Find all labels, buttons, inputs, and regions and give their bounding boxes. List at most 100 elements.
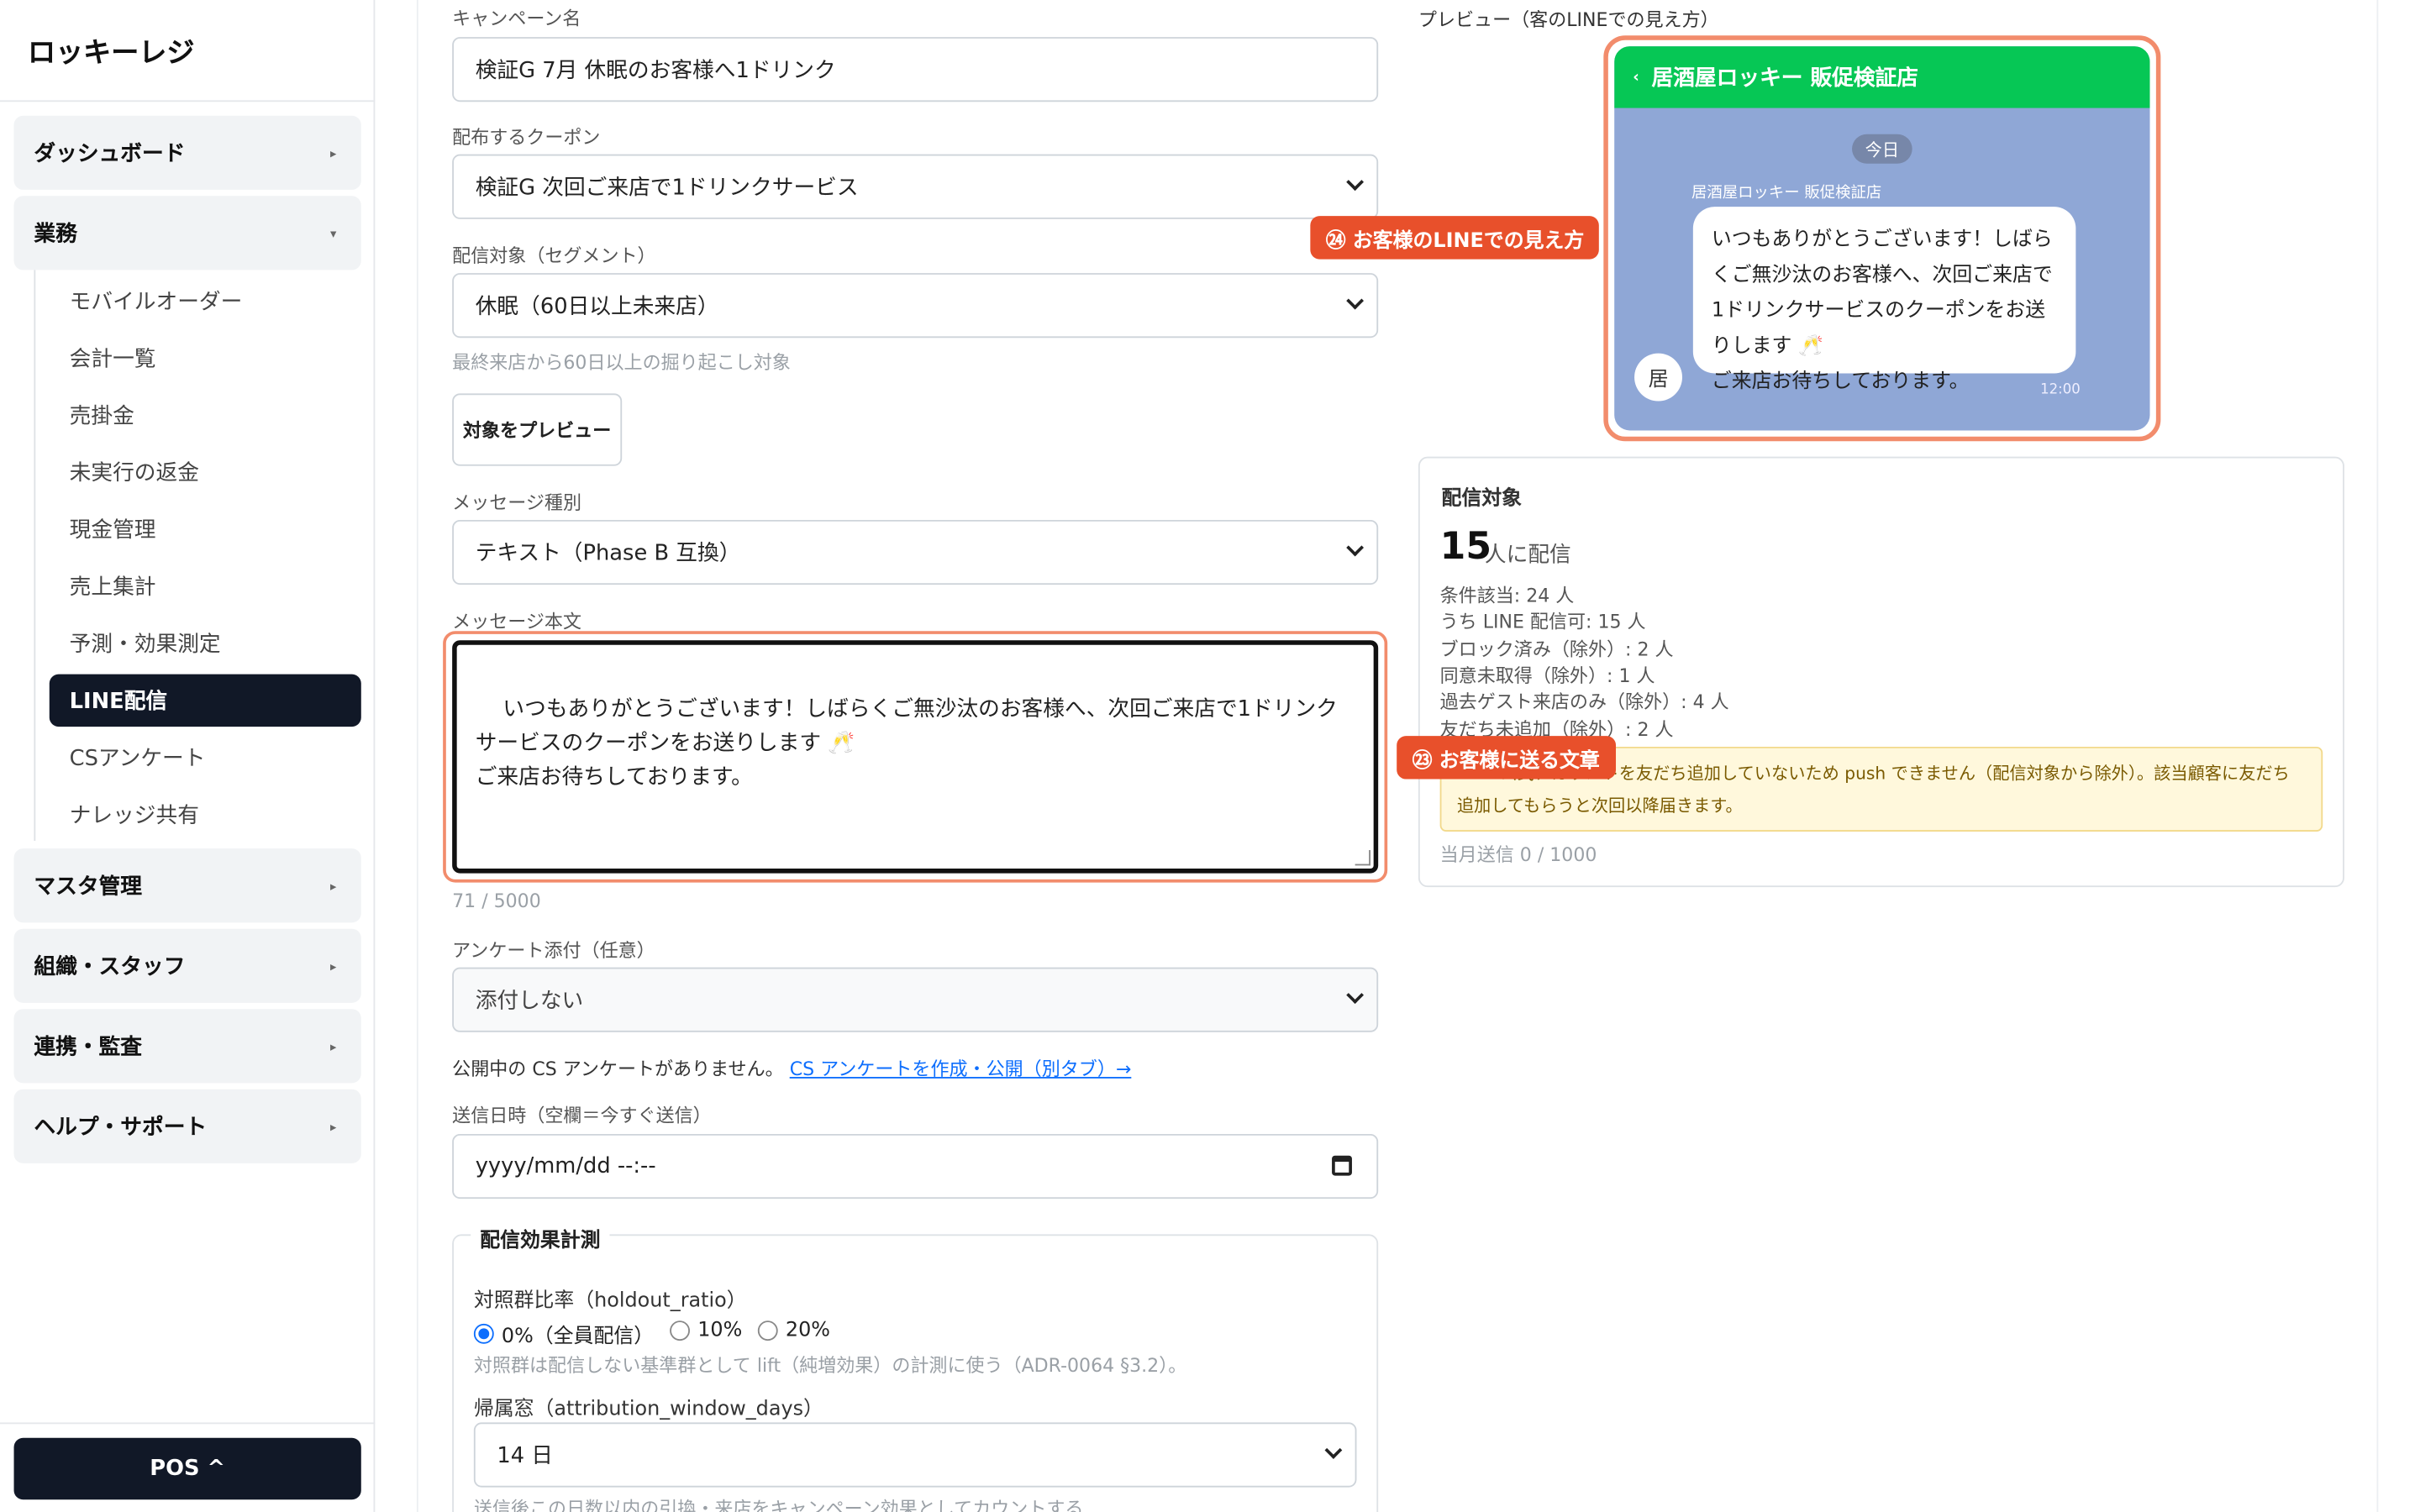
window-label: 帰属窓（attribution_window_days） — [473, 1398, 823, 1421]
sidebar-item-sales-summary[interactable]: 売上集計 — [70, 571, 156, 602]
segment-value: 休眠（60日以上未来店） — [475, 294, 719, 320]
callout-line-view: ㉔ お客様のLINEでの見え方 — [1310, 216, 1600, 260]
message-body-textarea[interactable]: いつもありがとうございます！しばらくご無沙汰のお客様へ、次回ご来店で1ドリンクサ… — [452, 640, 1379, 874]
chevron-left-icon: ‹ — [1633, 68, 1639, 86]
avatar: 居 — [1634, 353, 1683, 402]
target-stat: 過去ゲスト来店のみ（除外）: 4 人 — [1439, 690, 1729, 713]
message-body-label: メッセージ本文 — [452, 611, 582, 633]
sidebar-group-label: 組織・スタッフ — [34, 954, 186, 980]
callout-message: ㉓ お客様に送る文章 — [1397, 736, 1616, 780]
survey-note: 公開中の CS アンケートがありません。 — [452, 1058, 784, 1080]
campaign-name-input[interactable]: 検証G 7月 休眠のお客様へ1ドリンク — [452, 37, 1379, 102]
sidebar-group-operations[interactable]: 業務 ▾ — [13, 196, 361, 270]
sidebar-item-line-broadcast[interactable]: LINE配信 — [49, 674, 361, 727]
chat-bubble: いつもありがとうございます！しばらくご無沙汰のお客様へ、次回ご来店で1ドリンクサ… — [1692, 207, 2076, 393]
caret-right-icon: ▸ — [330, 145, 337, 160]
preview-title: プレビュー（客のLINEでの見え方） — [1418, 9, 1719, 31]
resize-handle-icon[interactable] — [1355, 850, 1370, 866]
caret-right-icon: ▸ — [330, 879, 337, 893]
sidebar-item-checkout-list[interactable]: 会計一覧 — [70, 343, 156, 374]
sidebar-group-label: ヘルプ・サポート — [34, 1115, 208, 1141]
sidebar-group-label: ダッシュボード — [34, 141, 186, 167]
radio-label: 20% — [785, 1319, 830, 1342]
caret-down-icon: ▾ — [330, 226, 337, 240]
coupon-label: 配布するクーポン — [452, 126, 601, 149]
message-type-select[interactable]: テキスト（Phase B 互換） — [452, 519, 1379, 585]
holdout-radio-10[interactable]: 10% — [670, 1319, 742, 1342]
caret-right-icon: ▸ — [330, 958, 337, 974]
target-count: 15 — [1439, 524, 1491, 568]
scrollbar-track[interactable] — [2376, 0, 2379, 1512]
chevron-down-icon — [1346, 538, 1365, 557]
coupon-select[interactable]: 検証G 次回ご来店で1ドリンクサービス — [452, 154, 1379, 219]
divider — [416, 0, 418, 1512]
sidebar-group-org-staff[interactable]: 組織・スタッフ ▸ — [13, 928, 361, 1003]
survey-note-line: 公開中の CS アンケートがありません。 CS アンケートを作成・公開（別タブ）… — [452, 1055, 1131, 1081]
sidebar-item-knowledge[interactable]: ナレッジ共有 — [70, 799, 199, 830]
sidebar-item-cash-management[interactable]: 現金管理 — [70, 514, 156, 545]
sidebar-item-pending-refunds[interactable]: 未実行の返金 — [70, 457, 199, 488]
holdout-radio-20[interactable]: 20% — [757, 1319, 830, 1342]
sidebar-group-help[interactable]: ヘルプ・サポート ▸ — [13, 1089, 361, 1163]
radio-icon — [757, 1320, 778, 1341]
holdout-label: 対照群比率（holdout_ratio） — [473, 1289, 747, 1314]
sidebar-group-integration-audit[interactable]: 連携・監査 ▸ — [13, 1009, 361, 1084]
chevron-down-icon — [1346, 173, 1365, 192]
radio-icon — [670, 1320, 691, 1341]
date-chip: 今日 — [1852, 134, 1912, 164]
sidebar-group-label: マスタ管理 — [34, 874, 142, 900]
window-value: 14 日 — [497, 1444, 554, 1469]
coupon-value: 検証G 次回ご来店で1ドリンクサービス — [475, 176, 859, 201]
divider — [0, 100, 376, 102]
pos-button[interactable]: POS ^ — [13, 1437, 361, 1500]
radio-label: 10% — [697, 1319, 743, 1342]
message-type-value: テキスト（Phase B 互換） — [475, 541, 741, 567]
send-at-input[interactable]: yyyy/mm/dd --:-- — [452, 1133, 1379, 1200]
holdout-hint: 対照群は配信しない基準群として lift（純増効果）の計測に使う（ADR-006… — [473, 1354, 1187, 1377]
caret-right-icon: ▸ — [330, 1039, 337, 1053]
send-at-label: 送信日時（空欄＝今すぐ送信） — [452, 1105, 712, 1126]
target-stat: 条件該当: 24 人 — [1439, 585, 1575, 606]
create-survey-link[interactable]: CS アンケートを作成・公開（別タブ）→ — [790, 1058, 1132, 1080]
radio-icon — [473, 1323, 494, 1344]
brand-logo: ロッキーレジ — [28, 37, 195, 70]
target-stat: ブロック済み（除外）: 2 人 — [1439, 638, 1674, 661]
submenu-rail — [34, 270, 36, 842]
sidebar-group-master[interactable]: マスタ管理 ▸ — [13, 848, 361, 923]
survey-label: アンケート添付（任意） — [452, 939, 655, 962]
sidebar-group-label: 業務 — [34, 222, 77, 247]
sidebar-group-dashboard[interactable]: ダッシュボード ▸ — [13, 115, 361, 190]
holdout-radio-0[interactable]: 0%（全員配信） — [473, 1319, 655, 1349]
sidebar-group-label: 連携・監査 — [34, 1035, 142, 1060]
message-time: 12:00 — [2040, 382, 2081, 398]
radio-label: 0%（全員配信） — [501, 1325, 655, 1349]
preview-target-button[interactable]: 対象をプレビュー — [452, 393, 623, 466]
target-stat: 同意未取得（除外）: 1 人 — [1439, 664, 1655, 687]
sender-name: 居酒屋ロッキー 販促検証店 — [1691, 185, 1882, 202]
window-select[interactable]: 14 日 — [473, 1422, 1357, 1488]
calendar-icon[interactable] — [1332, 1155, 1352, 1176]
send-at-placeholder: yyyy/mm/dd --:-- — [475, 1153, 656, 1179]
sidebar: ロッキーレジ ダッシュボード ▸ 業務 ▾ モバイルオーダー 会計一覧 売掛金 … — [0, 0, 376, 1512]
segment-select[interactable]: 休眠（60日以上未来店） — [452, 273, 1379, 339]
chevron-down-icon — [1324, 1441, 1343, 1459]
target-stat: うち LINE 配信可: 15 人 — [1439, 611, 1646, 633]
char-counter: 71 / 5000 — [452, 890, 541, 912]
message-body-text: いつもありがとうございます！しばらくご無沙汰のお客様へ、次回ご来店で1ドリンクサ… — [475, 697, 1338, 790]
sidebar-item-forecast[interactable]: 予測・効果測定 — [70, 628, 221, 659]
chevron-down-icon — [1346, 291, 1365, 310]
caret-right-icon: ▸ — [330, 1119, 337, 1134]
sidebar-item-receivables[interactable]: 売掛金 — [70, 400, 134, 431]
target-count-unit: 人に配信 — [1484, 543, 1571, 568]
divider — [0, 1422, 376, 1425]
shop-name: 居酒屋ロッキー 販促検証店 — [1651, 66, 1919, 92]
sidebar-item-cs-survey[interactable]: CSアンケート — [70, 742, 206, 773]
campaign-name-value: 検証G 7月 休眠のお客様へ1ドリンク — [475, 58, 836, 84]
survey-select[interactable]: 添付しない — [452, 967, 1379, 1032]
survey-value: 添付しない — [475, 989, 584, 1014]
sidebar-item-mobile-order[interactable]: モバイルオーダー — [70, 286, 243, 317]
chevron-down-icon — [1346, 986, 1365, 1005]
window-hint: 送信後この日数以内の引換・来店をキャンペーン効果としてカウントする — [473, 1498, 1084, 1512]
line-chat-header: ‹ 居酒屋ロッキー 販促検証店 — [1614, 46, 2150, 108]
monthly-send-count: 当月送信 0 / 1000 — [1439, 843, 1597, 866]
